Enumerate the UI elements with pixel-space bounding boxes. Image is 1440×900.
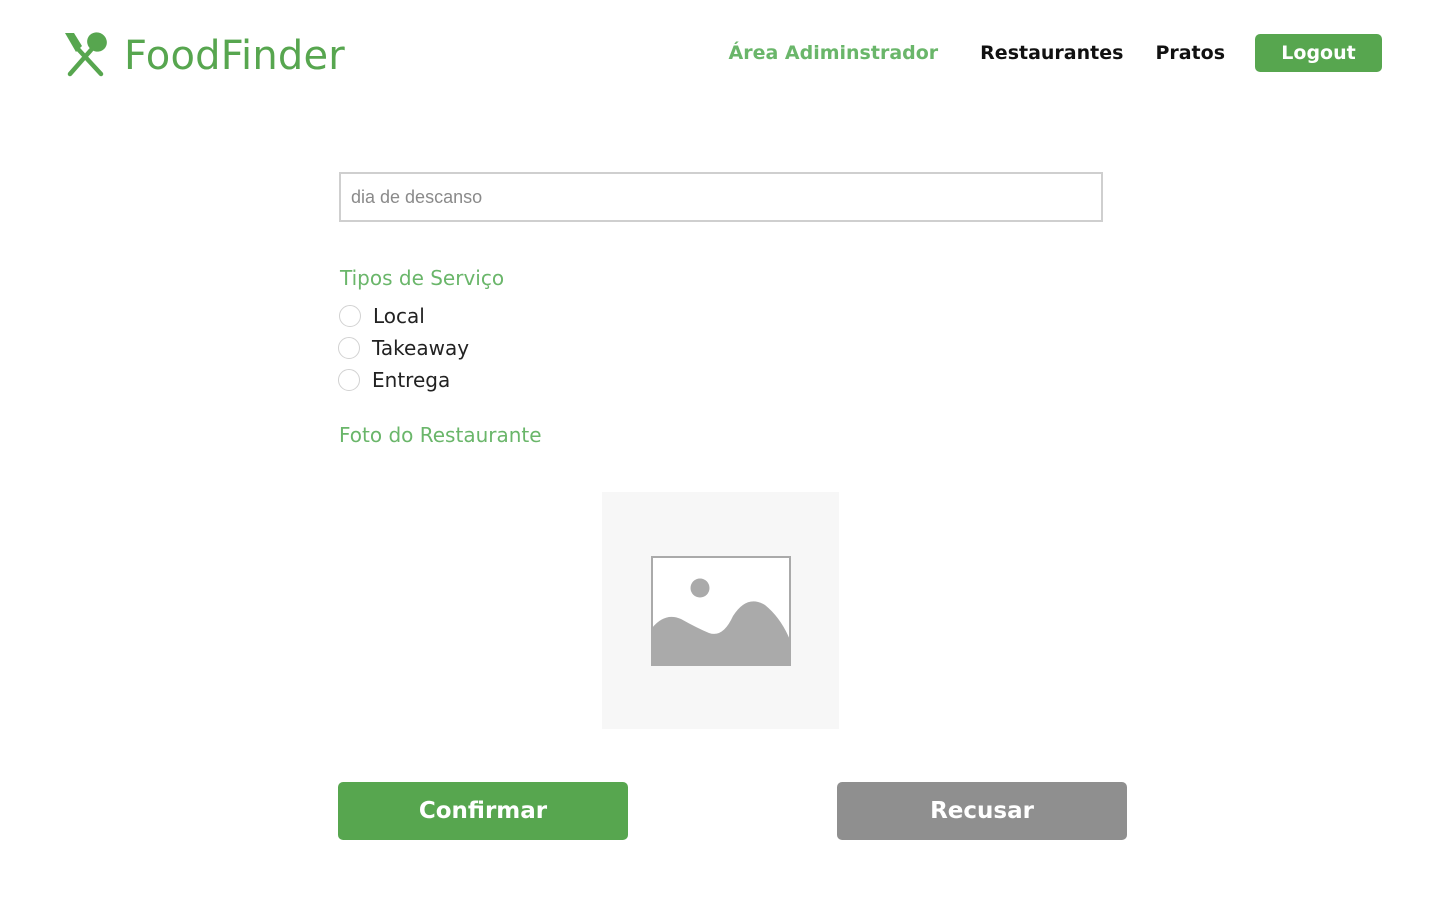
image-placeholder-icon <box>650 555 791 666</box>
service-option-takeaway[interactable]: Takeaway <box>338 336 469 360</box>
refuse-button[interactable]: Recusar <box>837 782 1127 840</box>
brand-logo[interactable]: FoodFinder <box>60 30 345 78</box>
restaurant-photo <box>602 492 839 729</box>
rest-day-input[interactable] <box>339 172 1103 222</box>
nav-dishes[interactable]: Pratos <box>1155 42 1225 64</box>
radio-button[interactable] <box>338 337 360 359</box>
confirm-button[interactable]: Confirmar <box>338 782 628 840</box>
service-option-label: Takeaway <box>372 336 470 360</box>
radio-button[interactable] <box>338 369 360 391</box>
service-option-label: Entrega <box>372 368 451 392</box>
restaurant-photo-label: Foto do Restaurante <box>339 423 542 447</box>
logout-button[interactable]: Logout <box>1255 34 1382 72</box>
service-option-label: Local <box>373 304 425 328</box>
nav-admin-area[interactable]: Área Adiminstrador <box>729 42 939 64</box>
service-option-local[interactable]: Local <box>338 304 425 328</box>
radio-button[interactable] <box>339 305 361 327</box>
service-option-delivery[interactable]: Entrega <box>338 368 450 392</box>
main-nav: Área Adiminstrador Restaurantes Pratos L… <box>729 34 1382 72</box>
service-types-label: Tipos de Serviço <box>340 266 505 290</box>
utensils-icon <box>65 32 107 77</box>
brand-name: FoodFinder <box>124 33 345 79</box>
nav-restaurants[interactable]: Restaurantes <box>980 42 1123 64</box>
